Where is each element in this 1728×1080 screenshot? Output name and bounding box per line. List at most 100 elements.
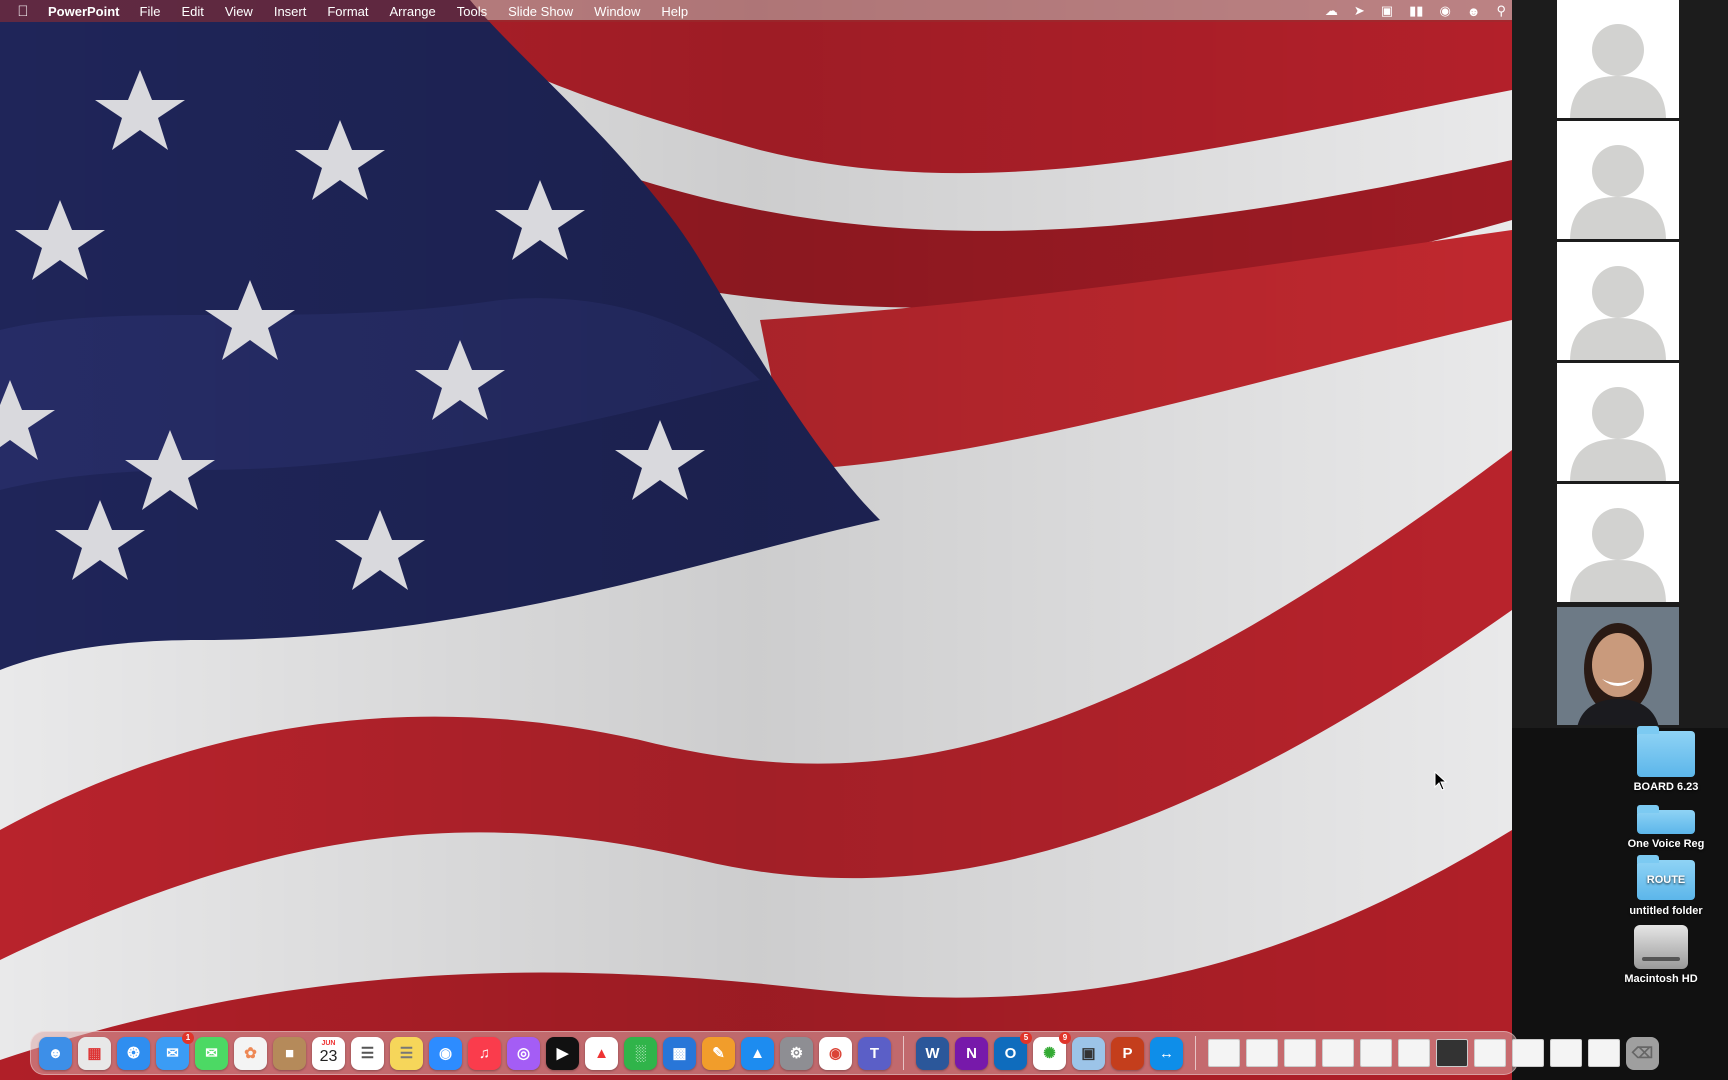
display-icon[interactable]: ▣ — [1381, 3, 1393, 19]
menu-format[interactable]: Format — [327, 4, 368, 19]
participant-tile[interactable] — [1557, 121, 1679, 239]
notes-icon[interactable]: ☰ — [390, 1036, 423, 1070]
word-icon[interactable]: W — [916, 1036, 949, 1070]
launchpad-icon[interactable]: ▦ — [78, 1036, 111, 1070]
mail-icon[interactable]: ✉ 1 — [156, 1031, 194, 1070]
recent-document-icon[interactable] — [1512, 1039, 1544, 1067]
recent-document-icon[interactable] — [1436, 1039, 1468, 1067]
recent-document-icon[interactable] — [1322, 1039, 1354, 1067]
menu-insert[interactable]: Insert — [274, 4, 307, 19]
desktop-folder-board[interactable]: BOARD 6.23 — [1611, 726, 1721, 793]
recent-document-icon[interactable] — [1246, 1039, 1278, 1067]
folder-icon — [1637, 726, 1695, 777]
menu-app-name[interactable]: PowerPoint — [48, 4, 120, 19]
safari-icon[interactable]: ❂ — [117, 1036, 150, 1070]
flag-image — [0, 0, 1512, 1080]
outlook-badge: 5 — [1020, 1031, 1032, 1044]
recent-document-icon[interactable] — [1588, 1039, 1620, 1067]
desktop-folder-route[interactable]: ROUTE — [1611, 855, 1721, 904]
teams-icon[interactable]: T — [858, 1036, 891, 1070]
music-icon[interactable]: ♫ — [468, 1036, 501, 1070]
desktop-folder-one-voice-reg[interactable]: One Voice Reg — [1611, 805, 1721, 850]
contacts-icon[interactable]: ■ — [273, 1036, 306, 1070]
desktop-icon-label: One Voice Reg — [1627, 838, 1705, 850]
mouse-cursor-icon — [1434, 771, 1448, 791]
desktop-wallpaper — [0, 0, 1512, 1080]
participant-tile[interactable] — [1557, 0, 1679, 118]
menu-tools[interactable]: Tools — [457, 4, 487, 19]
avatar-placeholder-icon — [1570, 387, 1666, 481]
cloud-icon[interactable]: ☁ — [1325, 3, 1338, 19]
calendar-month: JUN — [321, 1040, 336, 1047]
calendar-icon[interactable]: JUN 23 — [312, 1036, 345, 1070]
mail-badge: 1 — [182, 1031, 194, 1044]
numbers-icon[interactable]: ░ — [624, 1036, 657, 1070]
battery-icon[interactable]: ▮▮ — [1409, 3, 1423, 19]
participant-tile[interactable] — [1557, 484, 1679, 602]
recent-document-icon[interactable] — [1398, 1039, 1430, 1067]
calendar-day: 23 — [319, 1048, 338, 1065]
pages-icon[interactable]: ✎ — [702, 1036, 735, 1070]
menu-view[interactable]: View — [225, 4, 253, 19]
desktop-folder-untitled[interactable]: untitled folder — [1611, 905, 1721, 917]
trash-icon[interactable]: ⌫ — [1626, 1036, 1659, 1070]
location-icon[interactable]: ➤ — [1354, 3, 1365, 19]
pinwheel-badge: 9 — [1059, 1031, 1071, 1044]
folder-icon — [1637, 805, 1695, 834]
menu-bar:  PowerPoint File Edit View Insert Forma… — [0, 0, 1512, 22]
pinwheel-app-icon[interactable]: ✺ 9 — [1033, 1031, 1071, 1070]
desktop-drive-macintosh-hd[interactable]: Macintosh HD — [1606, 925, 1716, 985]
recent-document-icon[interactable] — [1360, 1039, 1392, 1067]
menu-help[interactable]: Help — [661, 4, 688, 19]
desktop-icon-label: ROUTE — [1646, 874, 1686, 886]
menu-arrange[interactable]: Arrange — [390, 4, 436, 19]
video-gallery-panel — [1512, 0, 1728, 728]
folder-icon: ROUTE — [1637, 855, 1695, 900]
messages-icon[interactable]: ✉ — [195, 1036, 228, 1070]
finder-icon[interactable]: ☻ — [39, 1036, 72, 1070]
preview-icon[interactable]: ▣ — [1072, 1036, 1105, 1070]
avatar-placeholder-icon — [1570, 24, 1666, 118]
desktop-icon-label: Macintosh HD — [1624, 973, 1698, 985]
apple-icon[interactable]:  — [14, 2, 32, 20]
onenote-icon[interactable]: N — [955, 1036, 988, 1070]
powerpoint-icon[interactable]: P — [1111, 1036, 1144, 1070]
participant-tile[interactable] — [1557, 242, 1679, 360]
recent-document-icon[interactable] — [1208, 1039, 1240, 1067]
status-area: ☁ ➤ ▣ ▮▮ ◉ ☻ ⚲ — [1325, 0, 1506, 22]
menu-edit[interactable]: Edit — [181, 4, 203, 19]
avatar-placeholder-icon — [1570, 508, 1666, 602]
avatar-placeholder-icon — [1570, 266, 1666, 360]
podcasts-icon[interactable]: ◎ — [507, 1036, 540, 1070]
wifi-icon[interactable]: ◉ — [1439, 3, 1450, 19]
participant-video-tile[interactable] — [1557, 607, 1679, 725]
hard-drive-icon — [1634, 925, 1688, 969]
menu-file[interactable]: File — [140, 4, 161, 19]
menu-window[interactable]: Window — [594, 4, 640, 19]
recent-document-icon[interactable] — [1284, 1039, 1316, 1067]
desktop-icon-label: untitled folder — [1629, 905, 1703, 917]
avatar-placeholder-icon — [1570, 145, 1666, 239]
dock: ☻ ▦ ❂ ✉ 1 ✉ ✿ ■ JUN 23 ☰ ☰ ◉ ♫ ◎ ▶ ▲ ░ ▩ … — [30, 1031, 1659, 1075]
teamviewer-icon[interactable]: ↔ — [1150, 1036, 1183, 1070]
recent-document-icon[interactable] — [1474, 1039, 1506, 1067]
news-icon[interactable]: ▲ — [585, 1036, 618, 1070]
app-store-icon[interactable]: ▲ — [741, 1036, 774, 1070]
zoom-icon[interactable]: ◉ — [429, 1036, 462, 1070]
photos-icon[interactable]: ✿ — [234, 1036, 267, 1070]
desktop-icon-label: BOARD 6.23 — [1633, 781, 1699, 793]
user-icon[interactable]: ☻ — [1467, 4, 1481, 19]
system-settings-icon[interactable]: ⚙ — [780, 1036, 813, 1070]
keynote-icon[interactable]: ▩ — [663, 1036, 696, 1070]
outlook-icon[interactable]: O5 — [994, 1031, 1032, 1070]
search-icon[interactable]: ⚲ — [1496, 3, 1506, 19]
apple-tv-icon[interactable]: ▶ — [546, 1036, 579, 1070]
dock-separator — [903, 1036, 904, 1070]
recent-document-icon[interactable] — [1550, 1039, 1582, 1067]
chrome-icon[interactable]: ◉ — [819, 1036, 852, 1070]
reminders-icon[interactable]: ☰ — [351, 1036, 384, 1070]
participant-tile[interactable] — [1557, 363, 1679, 481]
menu-slide-show[interactable]: Slide Show — [508, 4, 573, 19]
dock-separator — [1195, 1036, 1196, 1070]
participant-photo — [1557, 607, 1679, 725]
